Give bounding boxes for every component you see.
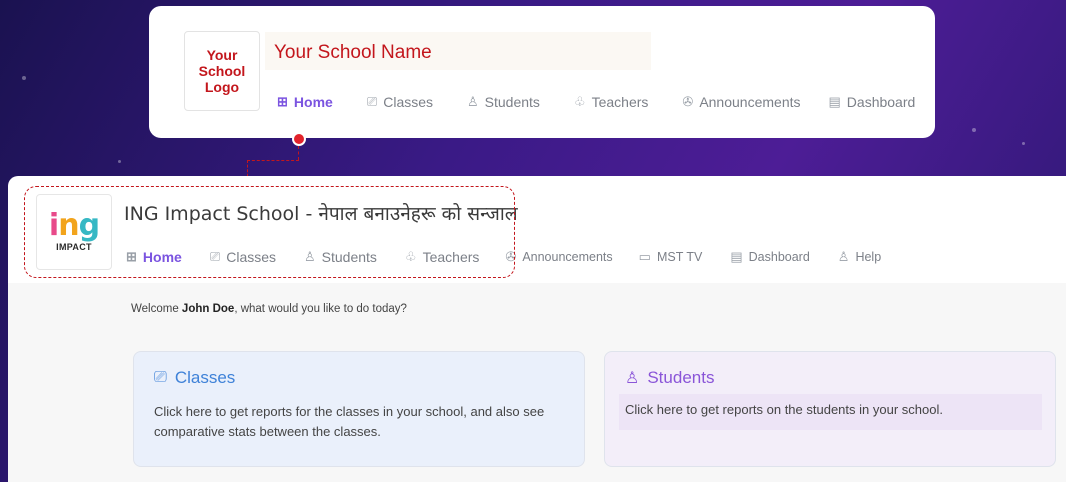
tpl-nav-students[interactable]: ♙ Students [467,94,540,110]
nav-announcements[interactable]: ✇ Announcements [505,249,612,265]
students-card[interactable]: ♙ Students Click here to get reports on … [604,351,1056,467]
home-content: Welcome John Doe, what would you like to… [8,283,1066,482]
logo-line: Your [206,47,238,63]
classes-card-description: Click here to get reports for the classe… [154,404,545,439]
tpl-nav-announcements[interactable]: ✇ Announcements [682,94,800,110]
school-logo-placeholder: Your School Logo [184,31,260,111]
tpl-nav-home[interactable]: ⊞ Home [277,94,333,110]
dashboard-icon: ▤ [730,249,743,264]
nav-dashboard[interactable]: ▤ Dashboard [730,249,809,265]
background-sparkle [1022,142,1025,145]
students-card-description: Click here to get reports on the student… [619,394,1042,430]
highlight-box [24,186,515,278]
school-name-placeholder: Your School Name [265,32,651,70]
background-sparkle [118,160,121,163]
nav-label: Home [293,94,333,110]
nav-label: Announcements [522,250,613,264]
template-nav: ⊞ Home ⎚ Classes ♙ Students ♧ Teachers ✇… [277,90,915,114]
nav-label: Classes [383,94,434,110]
nav-label: Announcements [699,94,801,110]
classroom-icon: ⎚ [154,369,167,386]
nav-mst-tv[interactable]: ▭ MST TV [639,249,703,265]
tpl-nav-teachers[interactable]: ♧ Teachers [574,94,648,110]
logo-line: Logo [204,79,240,95]
classroom-icon: ⎚ [366,94,378,109]
nav-label: Students [484,94,540,110]
nav-label: MST TV [656,250,703,264]
students-card-title: ♙ Students [625,368,715,387]
teacher-icon: ♧ [573,94,586,109]
nav-help[interactable]: ♙ Help [838,249,881,265]
nav-label: Dashboard [846,94,916,110]
user-name: John Doe [181,303,235,315]
background-sparkle [22,76,26,80]
nav-label: Help [855,250,882,264]
nav-label: Teachers [591,94,649,110]
pin-marker [292,132,306,146]
student-icon: ♙ [467,94,479,109]
dashboard-icon: ▤ [828,94,841,109]
nav-label: Dashboard [748,250,810,264]
tpl-nav-dashboard[interactable]: ▤ Dashboard [829,94,916,110]
tv-icon: ▭ [638,249,651,264]
student-icon: ♙ [625,370,640,387]
connector-line [298,146,299,160]
tpl-nav-classes[interactable]: ⎚ Classes [367,94,433,110]
grid-icon: ⊞ [277,94,288,109]
logo-line: School [198,63,246,79]
classes-card-title: ⎚ Classes [154,368,236,387]
megaphone-icon: ✇ [682,94,694,109]
welcome-message: Welcome John Doe, what would you like to… [131,303,407,315]
template-header-card: Your School Logo Your School Name ⊞ Home… [149,6,935,138]
help-icon: ♙ [837,249,850,264]
classes-card[interactable]: ⎚ Classes Click here to get reports for … [133,351,585,467]
connector-line [247,160,299,161]
background-sparkle [972,128,976,132]
